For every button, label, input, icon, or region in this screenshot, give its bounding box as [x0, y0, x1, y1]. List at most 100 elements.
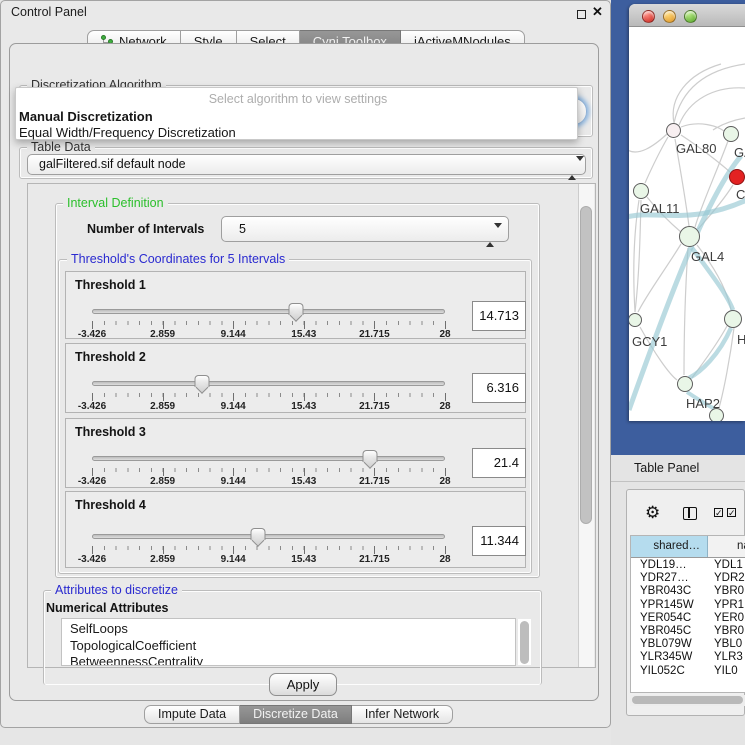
table-row[interactable]: YIL052CYIL0: [631, 665, 745, 678]
threshold-4-value-field[interactable]: 11.344: [472, 526, 526, 556]
table-data-group-title: Table Data: [27, 140, 95, 154]
network-node-gal4[interactable]: [679, 226, 700, 247]
network-node-gal11[interactable]: [633, 183, 649, 199]
apply-button[interactable]: Apply: [269, 673, 337, 696]
tick-label-row: -3.4262.8599.14415.4321.71528: [92, 554, 445, 566]
dropdown-option-equal-width[interactable]: Equal Width/Frequency Discretization: [16, 125, 577, 140]
network-node-hap2[interactable]: [677, 376, 693, 392]
table-row[interactable]: YBR045CYBR0: [631, 625, 745, 638]
threshold-3-block: Threshold 3 -3.4262.8599.14415.4321.7152…: [65, 418, 526, 488]
num-intervals-spinner[interactable]: 5: [221, 216, 509, 242]
threshold-3-value-field[interactable]: 21.4: [472, 448, 526, 478]
threshold-label: Threshold 4: [75, 498, 146, 512]
stepper-icon: [568, 159, 577, 178]
network-node-gal2[interactable]: [723, 126, 739, 142]
gear-icon[interactable]: ⚙: [645, 503, 660, 523]
threshold-3-slider[interactable]: [92, 456, 445, 461]
cell-shared-name[interactable]: YBL079W: [631, 638, 709, 651]
attribute-list-item[interactable]: TopologicalCoefficient: [70, 638, 515, 655]
control-panel-window: Control Panel ✕ Network Style Select Cyn…: [0, 0, 611, 728]
cell-name[interactable]: YDR2: [709, 572, 745, 585]
column-header-name[interactable]: name: [708, 536, 745, 557]
cell-shared-name[interactable]: YBR043C: [631, 585, 709, 598]
columns-icon[interactable]: [683, 507, 697, 520]
cell-shared-name[interactable]: YDL19…: [631, 559, 709, 572]
table-row[interactable]: YBR043CYBR0: [631, 585, 745, 598]
algorithm-dropdown-popup: Select algorithm to view settings Manual…: [15, 87, 578, 140]
tick-label: 15.43: [291, 401, 316, 412]
tick-label: 2.859: [150, 476, 175, 487]
cell-shared-name[interactable]: YDR27…: [631, 572, 709, 585]
network-canvas[interactable]: GAL80 GA C GAL11 GAL4 GCY1 H HAP2: [629, 28, 745, 421]
tab-infer-network[interactable]: Infer Network: [352, 705, 453, 724]
table-row[interactable]: YBL079WYBL0: [631, 638, 745, 651]
cell-shared-name[interactable]: YIL052C: [631, 665, 709, 678]
cell-shared-name[interactable]: YBR045C: [631, 625, 709, 638]
cell-name[interactable]: YER0: [709, 612, 744, 625]
cell-name[interactable]: YBL0: [709, 638, 742, 651]
table-row[interactable]: YER054CYER0: [631, 612, 745, 625]
interval-definition-title: Interval Definition: [63, 196, 168, 210]
column-header-shared-name[interactable]: shared…: [631, 536, 708, 557]
node-attribute-table[interactable]: shared… name YDL19…YDL1YDR27…YDR2YBR043C…: [630, 535, 745, 693]
cell-shared-name[interactable]: YER054C: [631, 612, 709, 625]
tick-label: 15.43: [291, 329, 316, 340]
cell-shared-name[interactable]: YLR345W: [631, 651, 709, 664]
threshold-label: Threshold 2: [75, 350, 146, 364]
tick-label: 9.144: [221, 401, 246, 412]
checkbox-icon[interactable]: ✓: [727, 508, 736, 517]
node-label: HAP2: [686, 396, 720, 411]
cell-name[interactable]: YLR3: [709, 651, 743, 664]
tab-impute-data[interactable]: Impute Data: [144, 705, 240, 724]
threshold-2-slider[interactable]: [92, 381, 445, 386]
tab-discretize-data[interactable]: Discretize Data: [240, 705, 352, 724]
numerical-attributes-list[interactable]: SelfLoopsTopologicalCoefficientBetweenne…: [61, 618, 516, 666]
window-title-bar[interactable]: Control Panel ✕: [1, 1, 612, 25]
threshold-4-slider[interactable]: [92, 534, 445, 539]
cell-name[interactable]: YBR0: [709, 585, 744, 598]
table-row[interactable]: YDL19…YDL1: [631, 559, 745, 572]
zoom-traffic-light[interactable]: [684, 10, 697, 23]
dropdown-option-manual[interactable]: Manual Discretization: [16, 109, 577, 124]
minimize-traffic-light[interactable]: [663, 10, 676, 23]
tick-label: -3.426: [78, 476, 106, 487]
cell-name[interactable]: YDL1: [709, 559, 743, 572]
vertical-scrollbar-thumb[interactable]: [580, 206, 592, 524]
slider-thumb[interactable]: [363, 450, 378, 462]
network-window-title-bar[interactable]: [629, 4, 745, 27]
close-traffic-light[interactable]: [642, 10, 655, 23]
checkbox-icon[interactable]: ✓: [714, 508, 723, 517]
slider-thumb[interactable]: [250, 528, 265, 540]
network-view-window: GAL80 GA C GAL11 GAL4 GCY1 H HAP2: [629, 4, 745, 421]
attribute-list-item[interactable]: SelfLoops: [70, 621, 515, 638]
table-data-combobox[interactable]: galFiltered.sif default node: [27, 154, 586, 175]
table-row[interactable]: YLR345WYLR3: [631, 651, 745, 664]
dropdown-prompt-item[interactable]: Select algorithm to view settings: [16, 92, 577, 107]
cell-shared-name[interactable]: YPR145W: [631, 599, 709, 612]
cell-name[interactable]: YBR0: [709, 625, 744, 638]
attributes-scrollbar-thumb[interactable]: [520, 621, 529, 664]
float-window-icon[interactable]: [577, 10, 586, 19]
threshold-4-block: Threshold 4 -3.4262.8599.14415.4321.7152…: [65, 491, 526, 568]
tick-label: 2.859: [150, 554, 175, 565]
network-node-red[interactable]: [729, 169, 745, 185]
network-node-h[interactable]: [724, 310, 742, 328]
tick-label: 2.859: [150, 401, 175, 412]
tick-label: 28: [439, 329, 450, 340]
table-row[interactable]: YPR145WYPR1: [631, 599, 745, 612]
tick-label: 28: [439, 476, 450, 487]
slider-thumb[interactable]: [194, 375, 209, 387]
threshold-1-value-field[interactable]: 14.713: [472, 301, 526, 331]
screen: Control Panel ✕ Network Style Select Cyn…: [0, 0, 745, 745]
table-row[interactable]: YDR27…YDR2: [631, 572, 745, 585]
threshold-1-slider[interactable]: [92, 309, 445, 314]
close-icon[interactable]: ✕: [592, 4, 603, 20]
cell-name[interactable]: YPR1: [709, 599, 744, 612]
network-node-gal80[interactable]: [666, 123, 681, 138]
tick-label: 9.144: [221, 476, 246, 487]
horizontal-scrollbar-thumb[interactable]: [632, 696, 743, 704]
cell-name[interactable]: YIL0: [709, 665, 738, 678]
attribute-list-item[interactable]: BetweennessCentrality: [70, 654, 515, 666]
slider-thumb[interactable]: [288, 303, 303, 315]
threshold-2-value-field[interactable]: 6.316: [472, 373, 526, 403]
